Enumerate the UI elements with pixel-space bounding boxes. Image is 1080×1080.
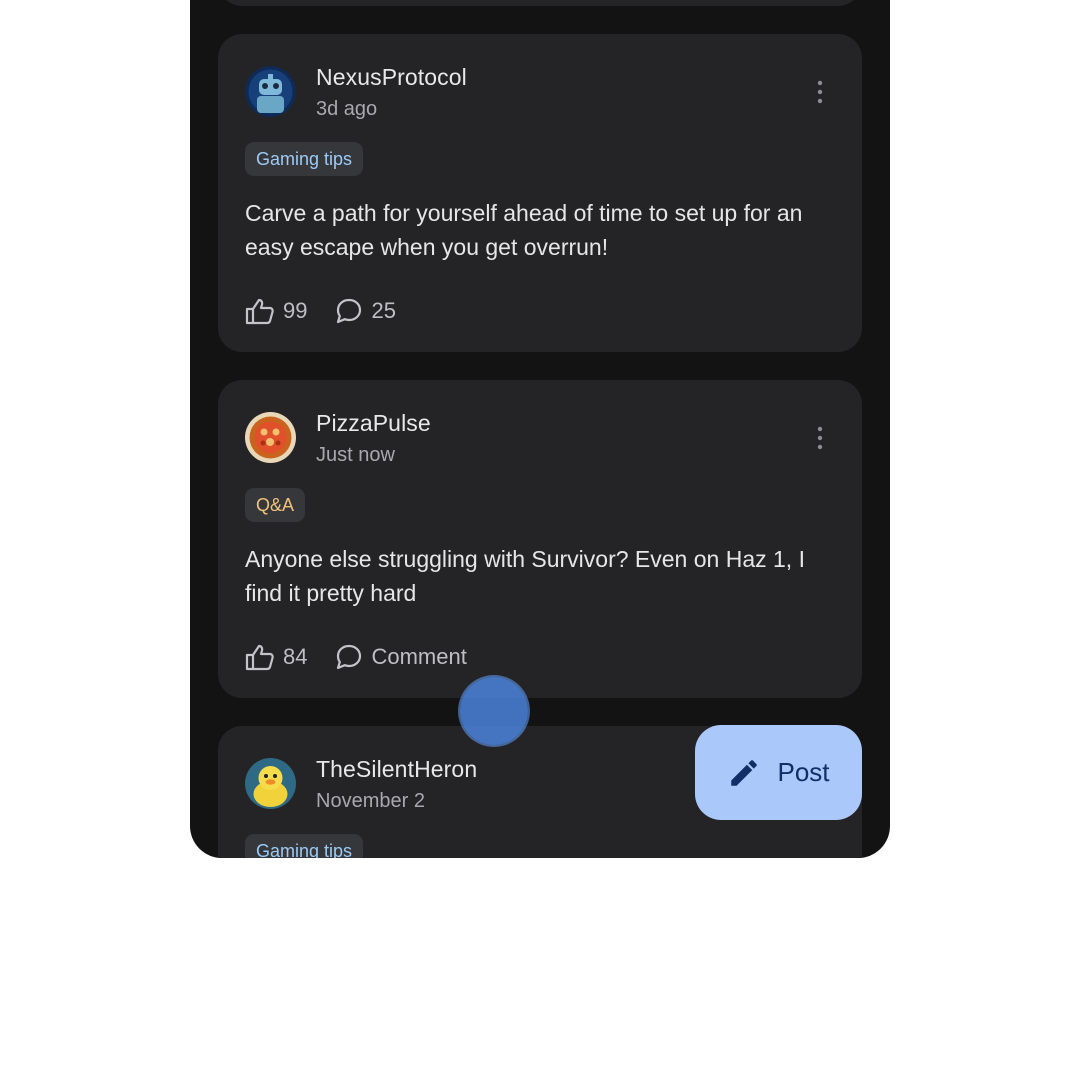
duck-avatar[interactable]: [245, 758, 296, 809]
like-count: 99: [283, 298, 308, 323]
post-card[interactable]: PizzaPulse Just now Q&A Anyone else stru…: [218, 380, 862, 698]
more-options-icon[interactable]: [814, 78, 826, 106]
post-actions: 84 Comment: [245, 642, 495, 672]
thumbs-up-icon: [245, 298, 274, 325]
like-count: 84: [283, 644, 308, 669]
pizza-avatar[interactable]: [245, 412, 296, 463]
post-body: Carve a path for yourself ahead of time …: [245, 200, 803, 260]
new-post-label: Post: [777, 757, 830, 787]
more-options-icon[interactable]: [814, 424, 826, 452]
comment-bubble-icon: [337, 644, 362, 670]
post-timestamp: November 2: [316, 790, 425, 812]
comment-button[interactable]: 25: [335, 297, 396, 325]
touch-indicator: [460, 677, 528, 745]
previous-post-card: [218, 0, 862, 6]
comment-label: Comment: [371, 644, 467, 669]
like-button[interactable]: 84: [245, 643, 307, 671]
post-author[interactable]: NexusProtocol: [316, 64, 467, 91]
post-author[interactable]: PizzaPulse: [316, 410, 431, 437]
post-timestamp: Just now: [316, 444, 395, 466]
pencil-icon: [731, 759, 758, 786]
post-tag[interactable]: Gaming tips: [245, 834, 364, 858]
post-tag[interactable]: Q&A: [245, 488, 306, 522]
post-tag[interactable]: Gaming tips: [245, 142, 364, 176]
like-button[interactable]: 99: [245, 297, 307, 325]
comment-count: 25: [371, 298, 396, 323]
post-timestamp: 3d ago: [316, 98, 378, 120]
thumbs-up-icon: [245, 644, 274, 671]
post-card[interactable]: NexusProtocol 3d ago Gaming tips Carve a…: [218, 34, 862, 352]
post-actions: 99 25: [245, 296, 424, 326]
comment-button[interactable]: Comment: [335, 643, 467, 671]
comment-bubble-icon: [337, 298, 362, 324]
robot-avatar[interactable]: [245, 66, 296, 117]
new-post-button[interactable]: Post: [695, 725, 862, 820]
post-body: Anyone else struggling with Survivor? Ev…: [245, 546, 805, 606]
post-author[interactable]: TheSilentHeron: [316, 756, 477, 783]
